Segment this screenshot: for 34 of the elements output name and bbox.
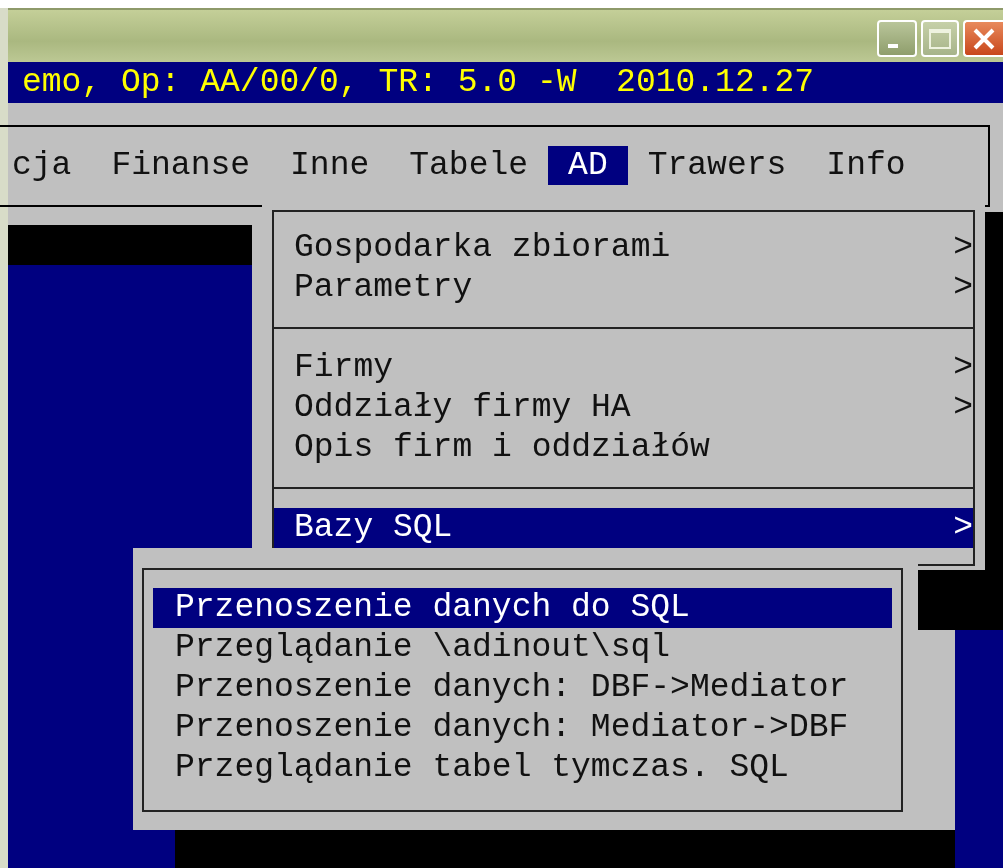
menu-item[interactable]: Firmy > xyxy=(274,348,973,388)
menu-item[interactable]: AD xyxy=(548,146,628,185)
menu-item[interactable]: Trawers xyxy=(627,146,807,185)
menu-item[interactable]: Finanse xyxy=(91,146,271,185)
close-button[interactable] xyxy=(963,20,1003,57)
submenu-arrow: > xyxy=(953,388,973,428)
menu-item[interactable]: Info xyxy=(806,146,926,185)
menu-item[interactable]: Przeglądanie tabel tymczas. SQL xyxy=(153,748,892,788)
maximize-icon xyxy=(928,27,952,50)
menu-item[interactable]: cja xyxy=(0,146,92,185)
menu-item[interactable]: Opis firm i oddziałów xyxy=(274,428,973,468)
minimize-button[interactable] xyxy=(877,20,917,57)
menu-item-label: Oddziały firmy HA xyxy=(294,388,631,428)
menu-item[interactable]: Inne xyxy=(270,146,390,185)
menu-item[interactable]: Bazy SQL > xyxy=(274,508,973,548)
submenu-arrow: > xyxy=(953,268,973,308)
menu-item[interactable]: Przenoszenie danych do SQL xyxy=(153,588,892,628)
maximize-button[interactable] xyxy=(921,20,959,57)
menu-item[interactable]: Przenoszenie danych: Mediator->DBF xyxy=(153,708,892,748)
menu-item-label: Gospodarka zbiorami xyxy=(294,228,671,268)
menu-item[interactable]: Parametry > xyxy=(274,268,973,308)
submenu-arrow: > xyxy=(953,228,973,268)
menu-item[interactable]: Przenoszenie danych: DBF->Mediator xyxy=(153,668,892,708)
menu-item-label: Parametry xyxy=(294,268,473,308)
menu-item[interactable]: Gospodarka zbiorami > xyxy=(274,228,973,268)
menu-item[interactable]: Tabele xyxy=(389,146,549,185)
minimize-icon xyxy=(888,43,898,48)
submenu-arrow: > xyxy=(953,348,973,388)
menu-item-label: Bazy SQL xyxy=(294,508,453,548)
menu-item[interactable]: Oddziały firmy HA > xyxy=(274,388,973,428)
menu-item[interactable]: Przeglądanie \adinout\sql xyxy=(153,628,892,668)
submenu-arrow: > xyxy=(953,508,973,548)
close-icon xyxy=(972,26,996,51)
menu-item-label: Firmy xyxy=(294,348,394,388)
